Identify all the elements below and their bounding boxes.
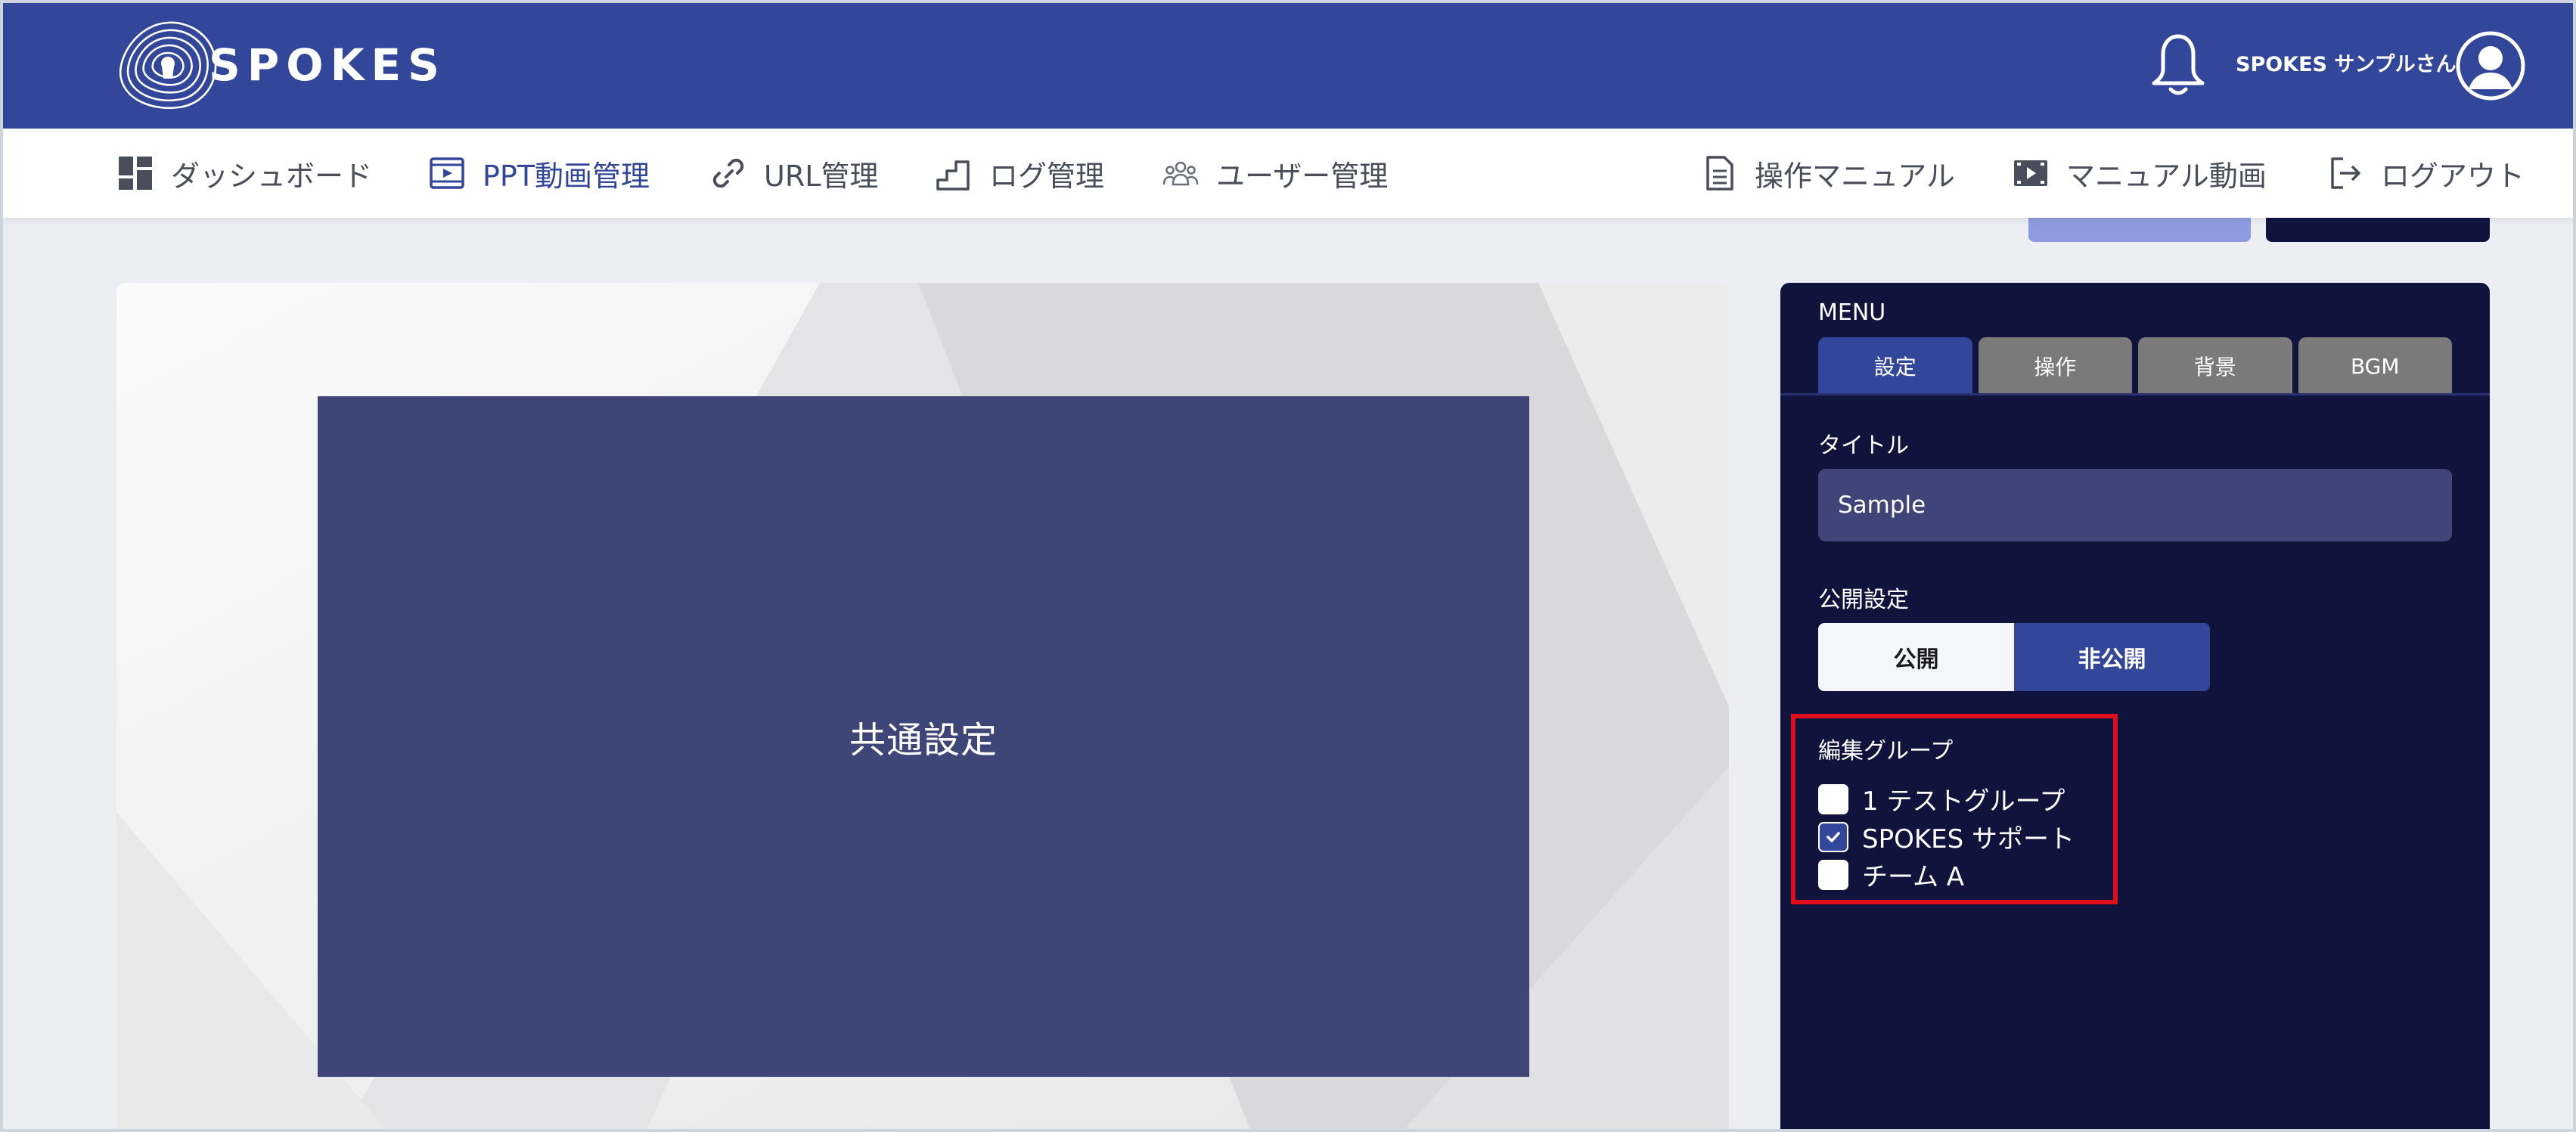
nav-item-dashboard[interactable]: ダッシュボード (116, 129, 372, 218)
nav-item-log[interactable]: ログ管理 (935, 129, 1104, 218)
tab-settings[interactable]: 設定 (1818, 337, 1972, 395)
nav-item-manual[interactable]: 操作マニュアル (1700, 129, 1955, 218)
document-icon (1706, 156, 1733, 191)
nav-label: URL管理 (764, 159, 879, 193)
visibility-private-button[interactable]: 非公開 (2014, 623, 2210, 691)
tab-divider (1780, 393, 2490, 395)
menu-title: MENU (1818, 299, 1886, 326)
slide-preview[interactable]: 共通設定 (318, 396, 1529, 1077)
tab-bgm[interactable]: BGM (2298, 337, 2452, 395)
user-name: SPOKES サンプルさん (2236, 53, 2457, 76)
stairs-icon (936, 160, 970, 191)
group-label: SPOKES サポート (1862, 824, 2075, 854)
nav-label: ユーザー管理 (1216, 159, 1389, 193)
group-label: チーム A (1862, 862, 1965, 892)
logout-icon (2331, 157, 2360, 189)
nav-item-ppt-video[interactable]: PPT動画管理 (428, 129, 650, 218)
title-label: タイトル (1818, 433, 1909, 459)
video-icon (2014, 160, 2047, 186)
menu-panel: MENU 設定 操作 背景 BGM タイトル 公開設定 公開 非公開 編集グルー… (1780, 283, 2490, 1132)
nav-item-manual-video[interactable]: マニュアル動画 (2012, 129, 2267, 218)
tab-background[interactable]: 背景 (2138, 337, 2292, 395)
menu-tabs: 設定 操作 背景 BGM (1818, 337, 2452, 395)
visibility-public-button[interactable]: 公開 (1818, 623, 2014, 691)
group-label: 1 テストグループ (1862, 786, 2065, 817)
visibility-label: 公開設定 (1818, 587, 1909, 613)
check-icon (1826, 831, 1840, 842)
visibility-toggle: 公開 非公開 (1818, 623, 2210, 691)
dashboard-icon (119, 157, 152, 190)
edit-group-highlight: 編集グループ 1 テストグループ SPOKES サポート チーム A (1791, 714, 2118, 904)
slide-text: 共通設定 (849, 719, 998, 761)
nav-label: PPT動画管理 (483, 159, 650, 193)
bell-icon[interactable] (2148, 32, 2208, 97)
users-icon (1162, 161, 1199, 186)
film-icon (430, 157, 464, 189)
nav-label: ダッシュボード (171, 159, 373, 193)
nav-label: ログアウト (2381, 159, 2525, 193)
group-checkbox-row[interactable]: チーム A (1818, 856, 1964, 893)
group-checkbox-row[interactable]: SPOKES サポート (1818, 818, 2075, 855)
checkbox[interactable] (1818, 859, 1848, 890)
nav-item-users[interactable]: ユーザー管理 (1162, 129, 1388, 218)
tab-operation[interactable]: 操作 (1978, 337, 2132, 395)
link-icon (712, 158, 744, 188)
main-nav: ダッシュボード PPT動画管理 URL管理 ログ管理 ユーザー管理 操作マニュア… (3, 129, 2573, 218)
edit-group-label: 編集グループ (1818, 738, 1954, 764)
nav-item-url[interactable]: URL管理 (709, 129, 878, 218)
checkbox-checked[interactable] (1818, 821, 1848, 852)
top-header: SPOKES SPOKES サンプルさん (3, 3, 2573, 129)
nav-item-logout[interactable]: ログアウト (2326, 129, 2525, 218)
title-input[interactable] (1818, 469, 2452, 541)
user-avatar-icon[interactable] (2455, 30, 2526, 101)
spokes-logo-icon[interactable] (115, 18, 221, 112)
checkbox[interactable] (1818, 783, 1848, 814)
nav-label: マニュアル動画 (2066, 159, 2267, 193)
nav-label: ログ管理 (989, 159, 1105, 193)
nav-label: 操作マニュアル (1755, 159, 1955, 193)
brand-name: SPOKES (209, 39, 446, 91)
group-checkbox-row[interactable]: 1 テストグループ (1818, 780, 2065, 817)
